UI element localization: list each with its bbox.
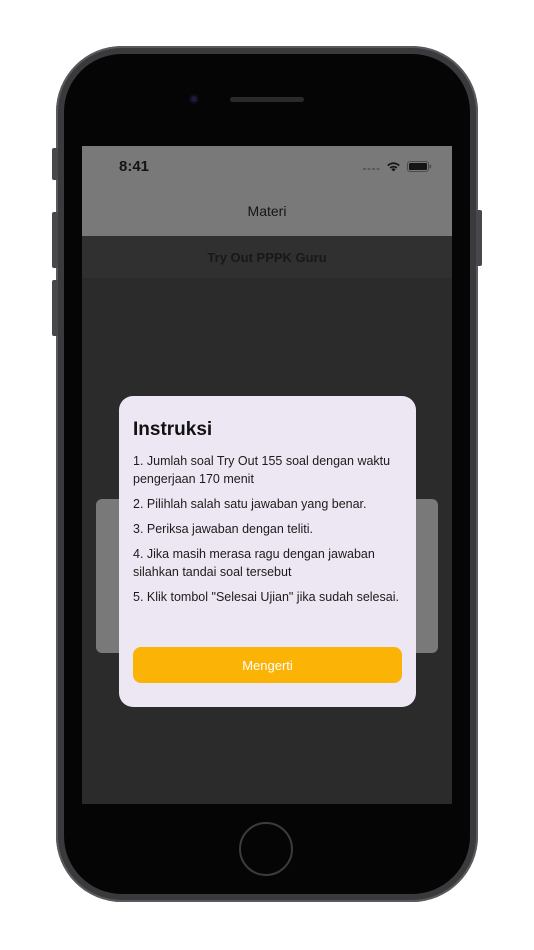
dialog-title: Instruksi bbox=[133, 419, 213, 440]
power-button bbox=[476, 210, 482, 266]
volume-down-button bbox=[52, 280, 58, 336]
wifi-icon bbox=[387, 162, 400, 172]
top-bar: 8:41 Materi bbox=[82, 146, 452, 236]
silent-switch bbox=[52, 148, 58, 180]
speaker-grille bbox=[230, 97, 304, 102]
cellular-signal-icon bbox=[363, 167, 380, 170]
instruction-item: 2. Pilihlah salah satu jawaban yang bena… bbox=[133, 497, 367, 511]
understood-button[interactable]: Mengerti bbox=[133, 647, 402, 683]
status-icons bbox=[363, 161, 432, 172]
instruction-item: 4. Jika masih merasa ragu dengan jawaban… bbox=[133, 547, 375, 579]
status-time: 8:41 bbox=[119, 158, 150, 175]
instruction-list: 1. Jumlah soal Try Out 155 soal dengan w… bbox=[133, 452, 402, 606]
sub-header-title: Try Out PPPK Guru bbox=[207, 250, 327, 265]
page: 8:41 Materi Try Out PPPK Guru Instruksi … bbox=[0, 0, 534, 950]
instruction-item: 5. Klik tombol "Selesai Ujian" jika suda… bbox=[133, 590, 399, 604]
navbar-title: Materi bbox=[247, 203, 287, 219]
instruction-item: 1. Jumlah soal Try Out 155 soal dengan w… bbox=[133, 454, 391, 486]
battery-icon bbox=[407, 161, 432, 172]
instruction-item: 3. Periksa jawaban dengan teliti. bbox=[133, 522, 313, 536]
phone-screen: 8:41 Materi Try Out PPPK Guru Instruksi … bbox=[82, 146, 452, 804]
home-button[interactable] bbox=[239, 822, 293, 876]
instruction-dialog: Instruksi 1. Jumlah soal Try Out 155 soa… bbox=[119, 396, 416, 707]
front-camera bbox=[189, 94, 199, 104]
volume-up-button bbox=[52, 212, 58, 268]
